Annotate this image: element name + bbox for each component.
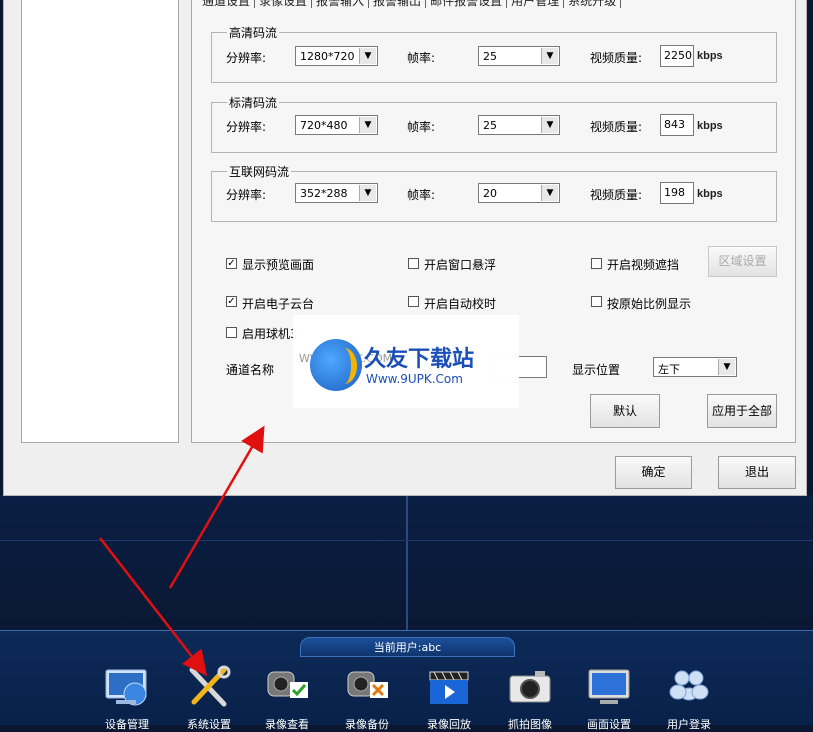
display-position-select[interactable]: 左下 ▼ (653, 357, 737, 377)
snapshot-icon[interactable] (505, 664, 555, 710)
hd-quality-label: 视频质量: (590, 51, 643, 65)
tab-record-settings[interactable]: 录像设置 (255, 0, 313, 8)
net-quality-label: 视频质量: (590, 188, 643, 202)
tab-bar: 通道设置 录像设置 报警输入 报警输出 邮件报警设置 用户管理 系统升级 (198, 0, 622, 8)
taskbar-label-system-settings: 系统设置 (187, 718, 231, 731)
channel-list[interactable] (21, 0, 179, 443)
tab-user-management[interactable]: 用户管理 (507, 0, 565, 8)
watermark-moon-icon (331, 348, 357, 384)
sd-quality-input[interactable]: 843 (660, 114, 694, 136)
system-settings-icon[interactable] (184, 664, 234, 710)
show-preview-label: 显示预览画面 (242, 258, 315, 272)
dome-checkbox[interactable] (226, 327, 237, 338)
net-fps-label: 帧率: (407, 188, 436, 202)
apply-all-button[interactable]: 应用于全部 (707, 394, 777, 428)
taskbar-label-playback: 录像回放 (427, 718, 471, 731)
channel-name-label: 通道名称 (226, 363, 275, 377)
sd-resolution-label: 分辨率: (226, 120, 267, 134)
record-backup-icon[interactable] (342, 664, 392, 710)
hd-fps-select[interactable]: 25 ▼ (478, 46, 560, 66)
hd-resolution-label: 分辨率: (226, 51, 267, 65)
exit-button[interactable]: 退出 (718, 456, 796, 489)
video-grid-divider (406, 495, 408, 630)
record-view-icon[interactable] (262, 664, 312, 710)
area-settings-button[interactable]: 区域设置 (708, 246, 777, 277)
taskbar-label-snapshot: 抓拍图像 (508, 718, 552, 731)
chevron-down-icon[interactable]: ▼ (359, 117, 376, 133)
taskbar-label-record-backup: 录像备份 (345, 718, 389, 731)
screen-settings-icon[interactable] (584, 664, 634, 710)
chevron-down-icon[interactable]: ▼ (541, 48, 558, 64)
taskbar-label-device-management: 设备管理 (105, 718, 149, 731)
net-fps-select[interactable]: 20 ▼ (478, 183, 560, 203)
watermark-url: Www.9UPK.Com (366, 372, 463, 386)
playback-icon[interactable] (424, 664, 474, 710)
net-quality-input[interactable]: 198 (660, 182, 694, 204)
net-resolution-label: 分辨率: (226, 188, 267, 202)
watermark-title: 久友下载站 (364, 347, 475, 372)
default-button[interactable]: 默认 (590, 394, 660, 428)
hd-quality-input[interactable]: 2250 (660, 45, 694, 67)
window-float-label: 开启窗口悬浮 (424, 258, 497, 272)
sd-quality-label: 视频质量: (590, 120, 643, 134)
tab-system-upgrade[interactable]: 系统升级 (564, 0, 622, 8)
net-resolution-select[interactable]: 352*288 ▼ (295, 183, 378, 203)
tab-alarm-output[interactable]: 报警输出 (369, 0, 427, 8)
sd-fps-select[interactable]: 25 ▼ (478, 115, 560, 135)
hd-fps-label: 帧率: (407, 51, 436, 65)
video-mask-checkbox[interactable] (591, 258, 602, 269)
taskbar-label-screen-settings: 画面设置 (587, 718, 631, 731)
tab-mail-alarm[interactable]: 邮件报警设置 (426, 0, 508, 8)
window-float-checkbox[interactable] (408, 258, 419, 269)
auto-time-label: 开启自动校时 (424, 297, 497, 311)
device-management-icon[interactable] (102, 664, 152, 710)
dome-label: 启用球机3 (242, 327, 298, 341)
chevron-down-icon[interactable]: ▼ (541, 117, 558, 133)
sd-fps-label: 帧率: (407, 120, 436, 134)
current-user-label: 当前用户:abc (300, 637, 515, 657)
hd-quality-unit: kbps (697, 50, 723, 62)
net-stream-title: 互联网码流 (227, 163, 292, 180)
chevron-down-icon[interactable]: ▼ (359, 185, 376, 201)
sd-quality-unit: kbps (697, 120, 723, 132)
hd-resolution-select[interactable]: 1280*720 ▼ (295, 46, 378, 66)
sd-resolution-select[interactable]: 720*480 ▼ (295, 115, 378, 135)
chevron-down-icon[interactable]: ▼ (359, 48, 376, 64)
video-mask-label: 开启视频遮挡 (607, 258, 680, 272)
display-position-label: 显示位置 (572, 363, 621, 377)
sd-stream-title: 标清码流 (227, 94, 280, 111)
chevron-down-icon[interactable]: ▼ (718, 359, 735, 375)
chevron-down-icon[interactable]: ▼ (541, 185, 558, 201)
keep-ratio-label: 按原始比例显示 (607, 297, 692, 311)
hd-stream-title: 高清码流 (227, 24, 280, 41)
video-grid-hline (0, 540, 813, 541)
taskbar-label-record-view: 录像查看 (265, 718, 309, 731)
user-login-icon[interactable] (664, 664, 714, 710)
net-quality-unit: kbps (697, 188, 723, 200)
ptz-checkbox[interactable]: ✓ (226, 296, 237, 307)
taskbar-label-user-login: 用户登录 (667, 718, 711, 731)
auto-time-checkbox[interactable] (408, 296, 419, 307)
tab-channel-settings[interactable]: 通道设置 (198, 0, 256, 8)
ok-button[interactable]: 确定 (615, 456, 692, 489)
tab-alarm-input[interactable]: 报警输入 (312, 0, 370, 8)
show-preview-checkbox[interactable]: ✓ (226, 258, 237, 269)
keep-ratio-checkbox[interactable] (591, 296, 602, 307)
ptz-label: 开启电子云台 (242, 297, 315, 311)
